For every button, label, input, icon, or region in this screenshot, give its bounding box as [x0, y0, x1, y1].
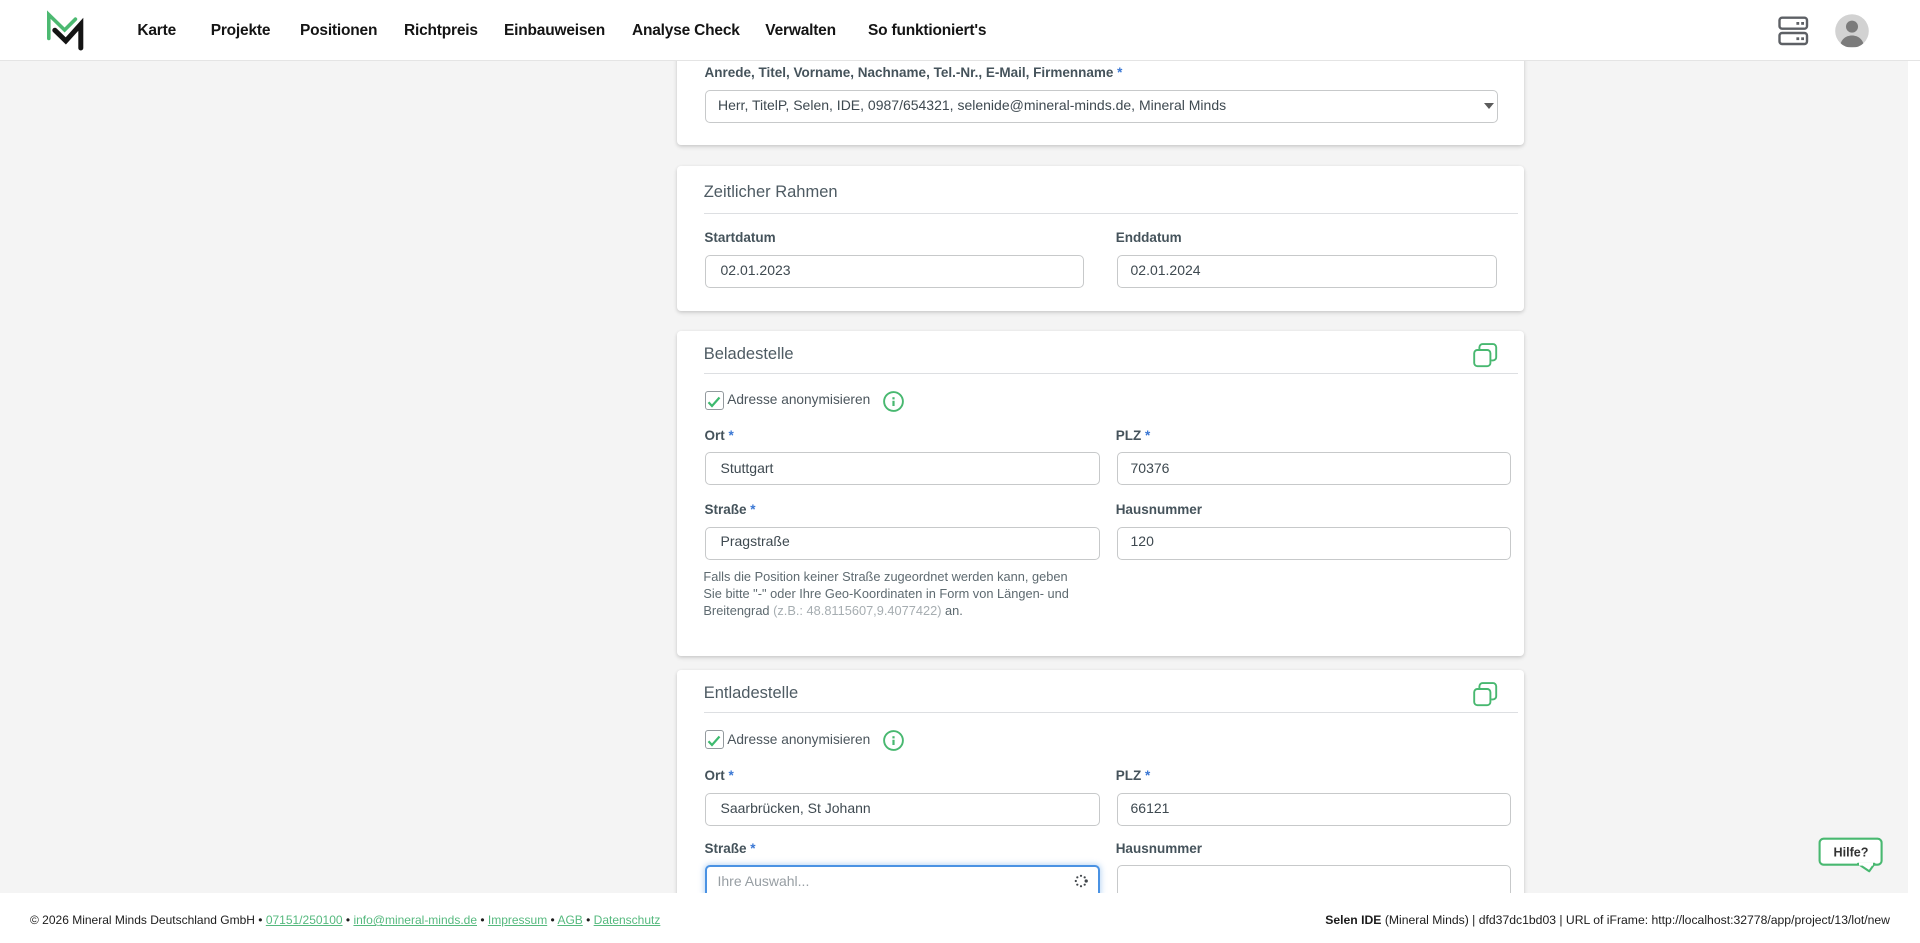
- svg-text:Hilfe?: Hilfe?: [1834, 845, 1869, 859]
